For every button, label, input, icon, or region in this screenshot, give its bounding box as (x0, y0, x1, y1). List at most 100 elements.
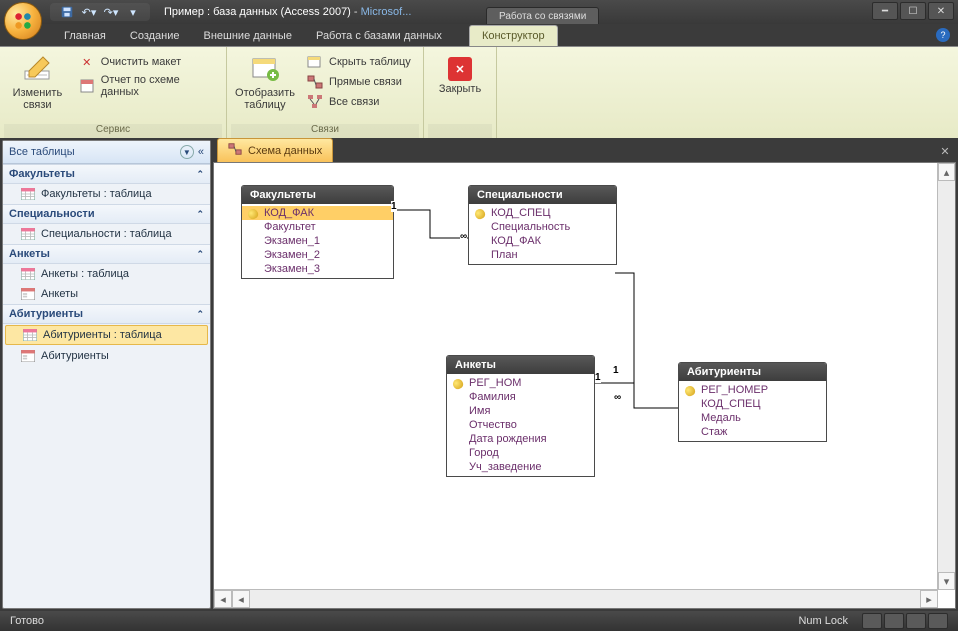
field[interactable]: КОД_СПЕЦ (679, 397, 826, 411)
field[interactable]: Имя (447, 404, 594, 418)
collapse-icon: ⌃ (196, 249, 204, 260)
navigation-pane: Все таблицы ▼« Факультеты⌃Факультеты : т… (2, 140, 211, 609)
schema-report-button[interactable]: Отчет по схеме данных (75, 73, 222, 99)
nav-group-head[interactable]: Анкеты⌃ (3, 244, 210, 264)
navpane-filter-dropdown-icon[interactable]: ▼ (180, 145, 194, 159)
document-tabs: Схема данных ✕ (213, 140, 956, 162)
field[interactable]: КОД_ФАК (242, 206, 393, 220)
field[interactable]: РЕГ_НОМЕР (679, 383, 826, 397)
tab-create[interactable]: Создание (118, 26, 192, 46)
table-icon (21, 188, 35, 200)
edit-relations-button[interactable]: Изменить связи (4, 51, 71, 113)
close-button[interactable]: ✕ (928, 2, 954, 20)
table-title[interactable]: Анкеты (447, 356, 594, 374)
nav-group-head[interactable]: Специальности⌃ (3, 204, 210, 224)
table-title[interactable]: Факультеты (242, 186, 393, 204)
clear-layout-button[interactable]: ✕Очистить макет (75, 53, 222, 71)
field[interactable]: Экзамен_3 (242, 262, 393, 276)
table-title[interactable]: Специальности (469, 186, 616, 204)
view-btn-2[interactable] (884, 613, 904, 629)
relationships-canvas[interactable]: ▴▾ ◂◂▸ ФакультетыКОД_ФАКФакультетЭкзамен… (213, 162, 956, 609)
scroll-left-icon[interactable]: ◂ (214, 590, 232, 608)
hide-table-button[interactable]: Скрыть таблицу (303, 53, 415, 71)
field[interactable]: Отчество (447, 418, 594, 432)
save-icon[interactable] (60, 5, 74, 19)
document-area: Схема данных ✕ ▴▾ ◂◂▸ ФакультетыКОД_ФАКФ… (213, 140, 956, 609)
nav-item[interactable]: Анкеты : таблица (3, 264, 210, 284)
field[interactable]: План (469, 248, 616, 262)
field[interactable]: Факультет (242, 220, 393, 234)
cardinality-label: ∞ (460, 231, 467, 242)
office-button[interactable] (4, 2, 42, 40)
tab-database-tools[interactable]: Работа с базами данных (304, 26, 454, 46)
tab-home[interactable]: Главная (52, 26, 118, 46)
form-icon (21, 350, 35, 362)
tab-designer[interactable]: Конструктор (469, 25, 558, 46)
field[interactable]: Медаль (679, 411, 826, 425)
field[interactable]: Экзамен_2 (242, 248, 393, 262)
direct-relations-button[interactable]: Прямые связи (303, 73, 415, 91)
table-title[interactable]: Абитуриенты (679, 363, 826, 381)
context-group-label: Работа со связями (486, 7, 599, 24)
nav-item-label: Анкеты : таблица (41, 268, 129, 280)
clear-icon: ✕ (79, 54, 95, 70)
tab-external-data[interactable]: Внешние данные (192, 26, 304, 46)
canvas-vscrollbar[interactable]: ▴▾ (937, 163, 955, 590)
ribbon: Изменить связи ✕Очистить макет Отчет по … (0, 47, 958, 140)
status-bar: Готово Num Lock (0, 611, 958, 631)
report-icon (79, 78, 95, 94)
scroll-left2-icon[interactable]: ◂ (232, 590, 250, 608)
maximize-button[interactable]: ☐ (900, 2, 926, 20)
scroll-up-icon[interactable]: ▴ (938, 163, 955, 181)
close-designer-button[interactable]: ✕ Закрыть (428, 51, 492, 97)
all-relations-icon (307, 94, 323, 110)
table-box-abit[interactable]: Абитуриенты РЕГ_НОМЕРКОД_СПЕЦМедальСтаж (678, 362, 827, 442)
direct-relations-icon (307, 74, 323, 90)
navpane-header[interactable]: Все таблицы ▼« (3, 141, 210, 164)
show-table-button[interactable]: Отобразить таблицу (231, 51, 299, 113)
view-btn-4[interactable] (928, 613, 948, 629)
all-relations-button[interactable]: Все связи (303, 93, 415, 111)
field[interactable]: Уч_заведение (447, 460, 594, 474)
field[interactable]: Фамилия (447, 390, 594, 404)
table-box-ank[interactable]: Анкеты РЕГ_НОМФамилияИмяОтчествоДата рожд… (446, 355, 595, 477)
show-table-label: Отобразить таблицу (233, 87, 297, 111)
help-button[interactable]: ? (936, 28, 950, 42)
edit-relations-label: Изменить связи (6, 87, 69, 111)
field[interactable]: Дата рождения (447, 432, 594, 446)
doc-tab-relationships[interactable]: Схема данных (217, 138, 333, 162)
minimize-button[interactable]: ━ (872, 2, 898, 20)
nav-group-head[interactable]: Факультеты⌃ (3, 164, 210, 184)
table-box-fak[interactable]: ФакультетыКОД_ФАКФакультетЭкзамен_1Экзам… (241, 185, 394, 279)
canvas-hscrollbar[interactable]: ◂◂ ▸ (214, 589, 938, 608)
redo-icon[interactable]: ↷▾ (104, 5, 118, 19)
nav-item[interactable]: Анкеты (3, 284, 210, 304)
field[interactable]: КОД_СПЕЦ (469, 206, 616, 220)
doc-close-button[interactable]: ✕ (938, 144, 952, 158)
field[interactable]: Город (447, 446, 594, 460)
view-btn-3[interactable] (906, 613, 926, 629)
field[interactable]: Стаж (679, 425, 826, 439)
scroll-right-icon[interactable]: ▸ (920, 590, 938, 608)
quick-access-toolbar: ↶▾ ↷▾ ▾ (50, 3, 150, 21)
file-name: Пример : база данных (Access 2007) (164, 6, 351, 18)
field[interactable]: РЕГ_НОМ (447, 376, 594, 390)
navpane-collapse-icon[interactable]: « (198, 146, 204, 158)
field[interactable]: КОД_ФАК (469, 234, 616, 248)
field[interactable]: Специальность (469, 220, 616, 234)
table-icon (23, 329, 37, 341)
table-box-spec[interactable]: Специальности КОД_СПЕЦСпециальностьКОД_ФА… (468, 185, 617, 265)
field[interactable]: Экзамен_1 (242, 234, 393, 248)
undo-icon[interactable]: ↶▾ (82, 5, 96, 19)
nav-group-head[interactable]: Абитуриенты⌃ (3, 304, 210, 324)
ribbon-tabs: Главная Создание Внешние данные Работа с… (0, 24, 958, 47)
view-btn-1[interactable] (862, 613, 882, 629)
qat-dropdown-icon[interactable]: ▾ (126, 5, 140, 19)
scroll-down-icon[interactable]: ▾ (938, 572, 955, 590)
nav-item[interactable]: Факультеты : таблица (3, 184, 210, 204)
nav-item[interactable]: Абитуриенты : таблица (5, 325, 208, 345)
nav-item[interactable]: Специальности : таблица (3, 224, 210, 244)
collapse-icon: ⌃ (196, 169, 204, 180)
nav-item[interactable]: Абитуриенты (3, 346, 210, 366)
table-icon (21, 228, 35, 240)
